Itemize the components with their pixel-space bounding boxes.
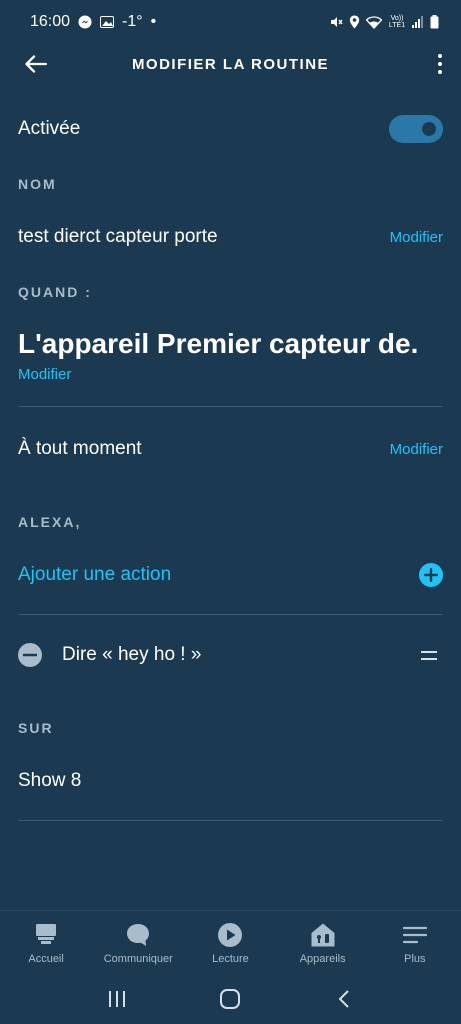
- routine-name: test dierct capteur porte: [18, 226, 218, 247]
- menu-lines-icon: [401, 921, 429, 949]
- home-circle-icon: [220, 989, 241, 1009]
- nav-home-label: Accueil: [28, 953, 64, 965]
- enabled-label: Activée: [18, 118, 81, 139]
- nav-more[interactable]: Plus: [369, 911, 461, 965]
- chevron-left-icon: [338, 990, 349, 1008]
- bottom-nav: Accueil Communiquer Lecture Appareils Pl…: [0, 910, 461, 974]
- divider: [18, 614, 443, 615]
- edit-schedule-link[interactable]: Modifier: [390, 441, 443, 458]
- status-dot: •: [150, 13, 157, 30]
- network-label: Vo)) LTE1: [388, 15, 406, 29]
- app-header: MODIFIER LA ROUTINE: [0, 44, 461, 84]
- device-section-label: SUR: [18, 720, 54, 736]
- chat-bubble-icon: [124, 921, 152, 949]
- plus-icon: [424, 568, 438, 582]
- enabled-row: Activée: [18, 114, 443, 144]
- drag-handle-icon: [421, 650, 437, 653]
- when-section-label: QUAND :: [18, 284, 92, 300]
- device-name: Show 8: [18, 770, 82, 791]
- devices-house-icon: [309, 921, 337, 949]
- system-back-button[interactable]: [324, 979, 364, 1019]
- name-row: test dierct capteur porte Modifier: [18, 222, 443, 252]
- action-item: Dire « hey ho ! »: [18, 640, 443, 670]
- actions-section-label: ALEXA,: [18, 514, 82, 530]
- nav-play-label: Lecture: [212, 953, 249, 965]
- play-icon: [216, 921, 244, 949]
- name-section-label: NOM: [18, 176, 57, 192]
- trigger-title: L'appareil Premier capteur de.: [18, 328, 419, 359]
- page-title: MODIFIER LA ROUTINE: [131, 55, 330, 73]
- home-button[interactable]: [210, 979, 250, 1019]
- divider: [18, 406, 443, 407]
- add-action-button[interactable]: [419, 563, 443, 587]
- nav-communicate-label: Communiquer: [103, 953, 173, 965]
- schedule-text: À tout moment: [18, 438, 142, 459]
- wifi-icon: [366, 15, 382, 29]
- status-bar: 16:00 -1° • Vo)) LTE1: [0, 0, 461, 44]
- recent-apps-icon: [108, 991, 125, 1007]
- remove-action-button[interactable]: [18, 643, 42, 667]
- nav-devices-label: Appareils: [299, 953, 346, 965]
- action-label: Dire « hey ho ! »: [62, 644, 202, 665]
- battery-icon: [430, 15, 439, 29]
- add-action-link[interactable]: Ajouter une action: [18, 564, 171, 586]
- nav-play[interactable]: Lecture: [184, 911, 276, 965]
- kebab-icon: [438, 54, 442, 58]
- drag-handle[interactable]: [421, 645, 443, 665]
- device-row[interactable]: Show 8: [18, 766, 443, 796]
- home-icon: [32, 921, 60, 949]
- messenger-icon: [78, 15, 92, 29]
- more-options-button[interactable]: [433, 50, 447, 78]
- status-temperature: -1°: [122, 13, 143, 30]
- divider: [18, 820, 443, 821]
- back-button[interactable]: [22, 50, 50, 78]
- edit-trigger-link[interactable]: Modifier: [18, 366, 71, 383]
- mute-icon: [329, 15, 343, 29]
- signal-icon: [412, 16, 424, 28]
- arrow-left-icon: [25, 55, 47, 73]
- edit-name-link[interactable]: Modifier: [390, 229, 443, 246]
- nav-communicate[interactable]: Communiquer: [92, 911, 184, 965]
- schedule-row: À tout moment Modifier: [18, 434, 443, 464]
- recent-apps-button[interactable]: [97, 979, 137, 1019]
- nav-home[interactable]: Accueil: [0, 911, 92, 965]
- gallery-icon: [100, 16, 115, 28]
- nav-devices[interactable]: Appareils: [277, 911, 369, 965]
- enabled-toggle[interactable]: [389, 115, 443, 143]
- location-icon: [349, 15, 360, 29]
- add-action-row[interactable]: Ajouter une action: [18, 560, 443, 590]
- status-time: 16:00: [30, 13, 71, 30]
- minus-icon: [23, 653, 37, 657]
- toggle-knob: [422, 122, 436, 136]
- nav-more-label: Plus: [404, 953, 426, 965]
- system-nav-bar: [0, 974, 461, 1024]
